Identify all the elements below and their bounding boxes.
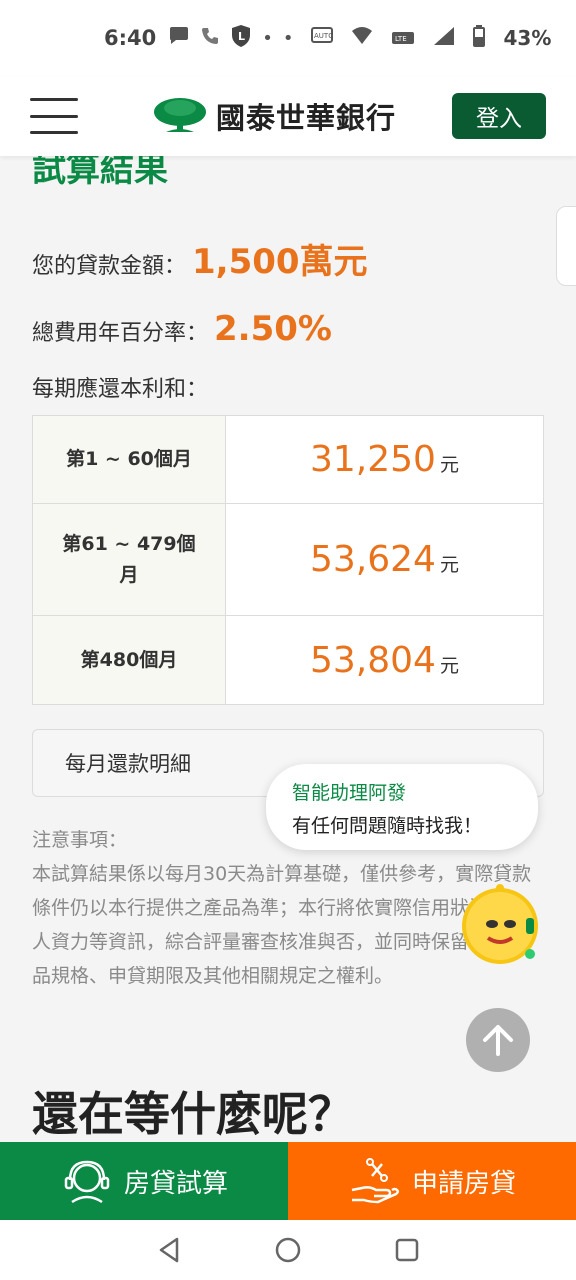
payment-amount: 53,624 — [310, 539, 436, 580]
back-button[interactable] — [149, 1230, 189, 1270]
loan-amount-label: 您的貸款金額： — [32, 254, 187, 279]
loan-amount-value: 1,500萬元 — [192, 242, 368, 282]
phone-icon — [200, 26, 220, 51]
amount-cell: 53,624 元 — [226, 504, 543, 615]
brand-name: 國泰世華銀行 — [216, 101, 397, 135]
assistant-bubble[interactable]: 智能助理阿發 有任何問題隨時找我！ — [266, 764, 538, 850]
payment-unit: 元 — [439, 554, 459, 576]
menu-icon[interactable] — [30, 98, 78, 134]
apr-row: 總費用年百分率： 2.50% — [32, 309, 544, 349]
svg-text:AUTO: AUTO — [314, 32, 333, 40]
cta-heading: 還在等什麼呢？ — [32, 1087, 354, 1141]
loan-amount-row: 您的貸款金額： 1,500萬元 — [32, 234, 544, 283]
status-bar: 6:40 L • • AUTO LTE 43% — [0, 0, 576, 76]
period-cell: 第61 ~ 479個月 — [33, 504, 226, 615]
app-header: 國泰世華銀行 登入 — [0, 76, 576, 156]
assistant-avatar-icon[interactable] — [458, 882, 542, 966]
action-bar: 房貸試算 申請房貸 — [0, 1142, 576, 1220]
period-cell: 第480個月 — [33, 616, 226, 704]
battery-icon — [473, 24, 486, 52]
dot-icon: • — [282, 27, 294, 49]
payment-table: 第1 ~ 60個月 31,250 元 第61 ~ 479個月 53,624 元 … — [32, 415, 544, 705]
period-cell: 第1 ~ 60個月 — [33, 416, 226, 503]
home-button[interactable] — [268, 1230, 308, 1270]
customer-service-icon — [64, 1160, 110, 1204]
recents-button[interactable] — [387, 1230, 427, 1270]
table-row: 第480個月 53,804 元 — [33, 616, 543, 704]
mortgage-calculator-label: 房貸試算 — [123, 1168, 228, 1199]
apr-label: 總費用年百分率： — [32, 321, 209, 346]
assistant-name: 智能助理阿發 — [292, 782, 407, 804]
shield-icon: L — [230, 24, 252, 53]
login-button[interactable]: 登入 — [452, 93, 546, 139]
home-circle-icon — [275, 1237, 301, 1263]
assistant-message: 有任何問題隨時找我！ — [292, 815, 483, 837]
volte-icon: LTE — [391, 26, 415, 51]
monthly-detail-label: 每月還款明細 — [65, 752, 191, 776]
arrow-up-icon — [483, 1025, 513, 1056]
back-triangle-icon — [160, 1237, 179, 1263]
signal-icon — [433, 26, 455, 51]
wifi-icon — [351, 26, 373, 51]
auto-brightness-icon: AUTO — [311, 26, 335, 51]
table-row: 第61 ~ 479個月 53,624 元 — [33, 504, 543, 616]
amount-cell: 53,804 元 — [226, 616, 543, 704]
apply-mortgage-button[interactable]: 申請房貸 — [288, 1142, 576, 1220]
system-nav-bar — [0, 1220, 576, 1280]
status-time: 6:40 — [104, 26, 157, 50]
main-content: 試算結果 您的貸款金額： 1,500萬元 總費用年百分率： 2.50% 每期應還… — [0, 156, 576, 1142]
amount-cell: 31,250 元 — [226, 416, 543, 503]
svg-text:LTE: LTE — [395, 35, 407, 43]
svg-text:L: L — [238, 30, 245, 43]
hand-coin-icon — [351, 1158, 400, 1204]
result-title: 試算結果 — [32, 156, 168, 190]
payment-amount: 53,804 — [310, 639, 436, 681]
battery-level: 43% — [503, 26, 552, 50]
apply-mortgage-label: 申請房貸 — [411, 1168, 516, 1199]
chat-bubble-icon — [168, 26, 190, 51]
table-row: 第1 ~ 60個月 31,250 元 — [33, 416, 543, 504]
payment-unit: 元 — [439, 454, 459, 476]
dot-icon: • — [262, 27, 273, 49]
tree-logo-icon — [154, 98, 206, 132]
apr-value: 2.50% — [214, 309, 332, 349]
payment-amount: 31,250 — [310, 439, 436, 480]
recents-square-icon — [395, 1238, 418, 1262]
scroll-to-top-button[interactable] — [466, 1008, 530, 1072]
brand[interactable]: 國泰世華銀行 — [152, 95, 396, 137]
mortgage-calculator-button[interactable]: 房貸試算 — [0, 1142, 288, 1220]
payment-unit: 元 — [439, 654, 459, 677]
period-payment-label: 每期應還本利和： — [32, 377, 209, 402]
